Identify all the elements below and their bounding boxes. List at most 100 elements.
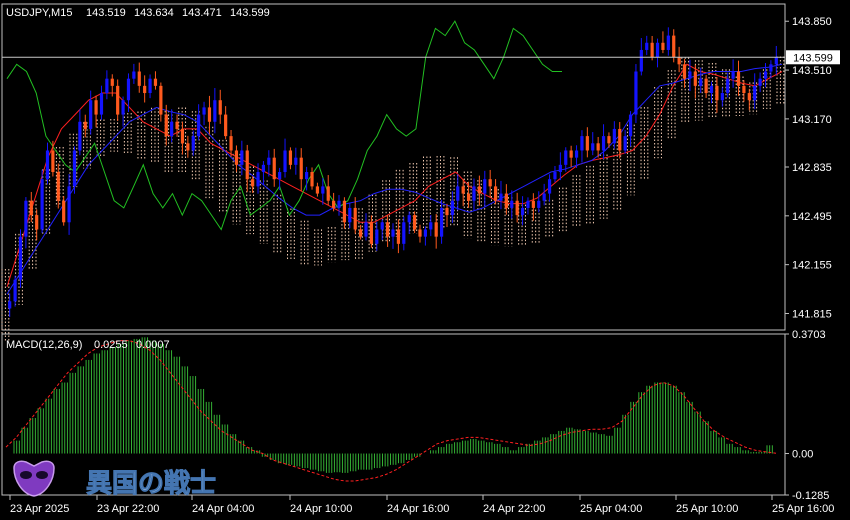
macd-label: MACD(12,26,9): [6, 339, 82, 351]
candle-body: [731, 71, 735, 79]
candle-body: [332, 200, 336, 208]
candle-body: [24, 200, 28, 237]
candle-body: [67, 186, 71, 223]
candle-body: [105, 78, 109, 94]
current-price-value: 143.599: [793, 52, 833, 64]
candle-body: [137, 71, 141, 86]
candle-body: [126, 78, 131, 101]
candle-body: [299, 157, 303, 180]
candle-body: [180, 128, 185, 144]
macd-tick-label: -0.1285: [792, 490, 829, 502]
candle-body: [251, 179, 255, 187]
candle-body: [369, 222, 374, 244]
candle-body: [191, 136, 195, 151]
candle-body: [483, 179, 487, 194]
candle-body: [218, 100, 222, 115]
candle-body: [396, 229, 400, 244]
candle-body: [650, 42, 654, 58]
candle-body: [504, 193, 508, 208]
candle-body: [272, 157, 276, 180]
candle-body: [261, 164, 266, 173]
price-tick-label: 142.835: [792, 162, 832, 174]
candle-body: [564, 150, 568, 165]
candle-body: [94, 100, 98, 115]
candle-body: [62, 200, 66, 223]
candle-body: [175, 121, 179, 129]
macd-tick-label: 0.00: [792, 449, 813, 461]
candle-body: [283, 150, 287, 173]
candle-body: [704, 78, 708, 94]
candle-body: [466, 193, 471, 201]
candle-body: [709, 85, 714, 94]
candle-body: [45, 150, 50, 180]
candle-body: [612, 128, 616, 144]
candle-body: [429, 222, 433, 230]
candle-body: [256, 172, 260, 187]
candle-body: [623, 136, 627, 151]
candle-body: [83, 121, 87, 129]
candle-body: [542, 193, 546, 201]
candle-body: [774, 57, 778, 65]
candle-body: [288, 150, 293, 165]
macd-main-value: 0.0255: [94, 339, 128, 351]
time-tick-label: 25 Apr 10:00: [676, 503, 738, 515]
candle-body: [547, 179, 552, 194]
price-tick-label: 143.170: [792, 114, 832, 126]
candle-body: [515, 200, 519, 216]
candle-body: [537, 200, 541, 208]
candle-body: [645, 42, 649, 50]
candle-body: [688, 71, 692, 79]
candle-body: [305, 172, 309, 180]
candle-body: [391, 229, 395, 237]
high-value: 143.634: [134, 7, 174, 19]
candle-body: [445, 207, 449, 216]
candle-body: [213, 100, 217, 122]
candle-body: [526, 200, 530, 208]
watermark-text: 異国の戦士: [86, 469, 216, 499]
current-price-tag: 143.599: [786, 50, 840, 65]
candle-body: [170, 121, 174, 137]
candle-body: [682, 64, 687, 79]
candle-body: [585, 136, 589, 151]
candle-body: [493, 186, 498, 201]
candle-body: [164, 114, 168, 137]
candle-body: [569, 150, 573, 158]
candle-body: [763, 71, 768, 79]
chart-header: USDJPY,M15 143.519 143.634 143.471 143.5…: [6, 7, 270, 19]
candle-body: [35, 215, 39, 230]
candle-body: [364, 222, 368, 237]
candle-body: [110, 78, 114, 86]
time-tick-label: 23 Apr 22:00: [97, 503, 159, 515]
candle-body: [375, 229, 379, 244]
candle-body: [51, 150, 55, 173]
candle-body: [418, 229, 422, 237]
candle-body: [348, 207, 352, 223]
candle-body: [618, 128, 622, 151]
candle-body: [461, 186, 465, 194]
macd-tick-label: 0.3703: [792, 329, 826, 341]
candle-body: [56, 172, 60, 201]
candle-body: [434, 222, 438, 237]
candle-body: [89, 100, 93, 129]
candle-body: [655, 42, 660, 58]
candle-body: [423, 229, 427, 237]
candle-body: [224, 114, 228, 137]
chart-background: [0, 0, 850, 520]
candle-body: [753, 85, 757, 101]
candle-body: [72, 150, 77, 187]
candle-body: [720, 93, 724, 101]
candle-body: [510, 200, 514, 208]
candle-body: [758, 78, 762, 86]
candle-body: [769, 64, 773, 72]
candle-body: [197, 114, 201, 137]
candle-body: [153, 78, 158, 86]
candle-body: [628, 114, 633, 137]
time-tick-label: 24 Apr 22:00: [483, 503, 545, 515]
candle-body: [326, 186, 330, 201]
time-tick-label: 25 Apr 16:00: [772, 503, 834, 515]
time-tick-label: 25 Apr 04:00: [580, 503, 642, 515]
candle-body: [472, 186, 476, 201]
candle-body: [439, 207, 444, 237]
candle-body: [488, 179, 492, 187]
candle-body: [159, 85, 163, 115]
